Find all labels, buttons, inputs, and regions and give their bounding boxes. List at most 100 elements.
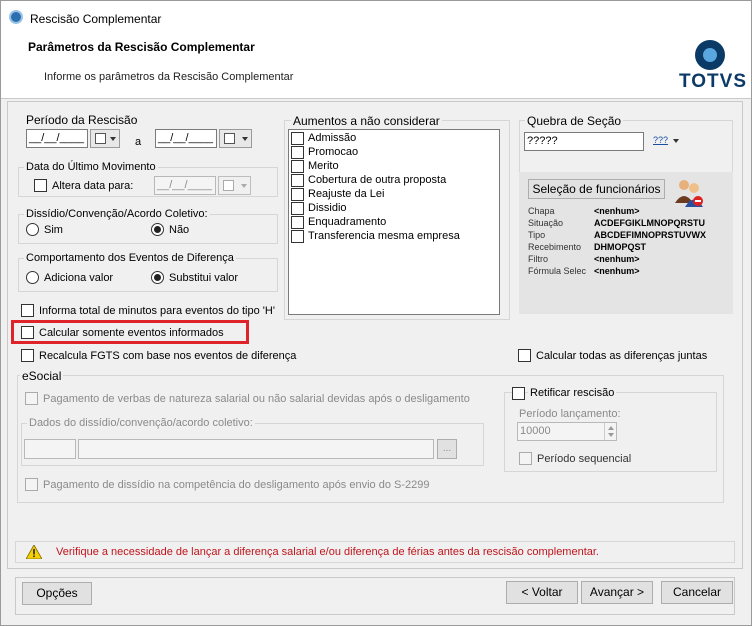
selecao-value: ACDEFGIKLMNOPQRSTU: [594, 218, 705, 228]
app-icon: [9, 10, 23, 24]
aumento-item-label: Cobertura de outra proposta: [308, 174, 447, 186]
aumentos-legend: Aumentos a não considerar: [291, 114, 442, 128]
calcular-somente-label: Calcular somente eventos informados: [39, 327, 224, 339]
aumento-item-label: Enquadramento: [308, 216, 387, 228]
substitui-valor-radio[interactable]: [151, 271, 164, 284]
aumentos-listbox[interactable]: Admissão Promocao Merito Cobertura de ou…: [288, 129, 500, 315]
chevron-down-icon: [241, 184, 247, 188]
spin-up-icon: [608, 426, 614, 430]
recalcula-fgts-checkbox[interactable]: [21, 349, 34, 362]
dados-dissidio-legend: Dados do dissídio/convenção/acordo colet…: [27, 417, 255, 429]
dissidio-sim-radio[interactable]: [26, 223, 39, 236]
ultimo-movimento-date-input[interactable]: __/__/____: [154, 176, 216, 195]
retificar-label: Retificar rescisão: [528, 387, 617, 399]
selecao-value: <nenhum>: [594, 266, 640, 276]
quebra-input[interactable]: ?????: [524, 132, 644, 151]
dissidio-nao-radio[interactable]: [151, 223, 164, 236]
warning-text: Verifique a necessidade de lançar a dife…: [56, 546, 599, 558]
periodo-lancamento-label: Período lançamento:: [519, 408, 621, 420]
aumento-item-label: Admissão: [308, 132, 357, 144]
wizard-header: Parâmetros da Rescisão Complementar Info…: [1, 33, 751, 99]
aumento-checkbox[interactable]: [291, 174, 304, 187]
aumento-checkbox[interactable]: [291, 216, 304, 229]
aumento-item-label: Merito: [308, 160, 339, 172]
dados-dissidio-code-input[interactable]: [24, 439, 76, 459]
aumento-item-label: Promocao: [308, 146, 359, 158]
aumento-item-label: Reajuste da Lei: [308, 188, 385, 200]
pagamento-verbas-label: Pagamento de verbas de natureza salarial…: [43, 393, 470, 405]
periodo-start-input[interactable]: __/__/____: [26, 129, 88, 148]
selecao-value: ABCDEFIMNOPRSTUVWX: [594, 230, 706, 240]
periodo-sequencial-label: Período sequencial: [537, 453, 632, 465]
aumento-item-label: Transferencia mesma empresa: [308, 230, 460, 242]
calcular-somente-checkbox[interactable]: [21, 326, 34, 339]
opcoes-button[interactable]: Opções: [22, 582, 92, 605]
selecao-key: Filtro: [528, 254, 548, 264]
periodo-separator: a: [135, 136, 142, 148]
dissidio-sim-label: Sim: [44, 224, 63, 236]
dissidio-nao-label: Não: [169, 224, 190, 236]
selecao-value: <nenhum>: [594, 206, 640, 216]
title-bar: Rescisão Complementar: [1, 1, 751, 33]
dialog-window: Rescisão Complementar Parâmetros da Resc…: [0, 0, 752, 626]
periodo-lancamento-input[interactable]: 10000: [517, 422, 617, 441]
aumento-checkbox[interactable]: [291, 146, 304, 159]
ultimo-movimento-calendar-button[interactable]: [218, 176, 251, 195]
next-button[interactable]: Avançar >: [581, 581, 653, 604]
substitui-valor-label: Substitui valor: [169, 272, 239, 284]
calcular-todas-checkbox[interactable]: [518, 349, 531, 362]
periodo-lancamento-spinner[interactable]: [604, 423, 616, 440]
quebra-picker-icon: ???: [653, 135, 669, 145]
aumento-item-label: Dissidio: [308, 202, 347, 214]
quebra-picker-button[interactable]: ???: [653, 135, 679, 149]
periodo-end-input[interactable]: __/__/____: [155, 129, 217, 148]
comportamento-legend: Comportamento dos Eventos de Diferença: [24, 252, 236, 264]
totvs-logo-text: TOTVS: [679, 71, 747, 92]
adiciona-valor-radio[interactable]: [26, 271, 39, 284]
page-subtitle: Informe os parâmetros da Rescisão Comple…: [44, 71, 294, 83]
back-button[interactable]: < Voltar: [506, 581, 578, 604]
chevron-down-icon: [673, 139, 679, 143]
aumento-checkbox[interactable]: [291, 188, 304, 201]
pagamento-verbas-checkbox[interactable]: [25, 392, 38, 405]
cancel-button[interactable]: Cancelar: [661, 581, 733, 604]
periodo-legend: Período da Rescisão: [26, 113, 138, 127]
spin-down-icon: [608, 433, 614, 437]
esocial-legend: eSocial: [20, 369, 64, 383]
aumento-checkbox[interactable]: [291, 132, 304, 145]
ultimo-movimento-legend: Data do Último Movimento: [24, 161, 158, 173]
pagamento-dissidio-label: Pagamento de dissídio na competência do …: [43, 479, 430, 491]
retificar-checkbox[interactable]: [512, 387, 525, 400]
dissidio-legend: Dissídio/Convenção/Acordo Coletivo:: [24, 208, 210, 220]
periodo-end-calendar-button[interactable]: [219, 129, 252, 148]
adiciona-valor-label: Adiciona valor: [44, 272, 114, 284]
chevron-down-icon: [242, 137, 248, 141]
calendar-icon: [224, 133, 235, 144]
aumento-checkbox[interactable]: [291, 230, 304, 243]
chevron-down-icon: [110, 137, 116, 141]
aumento-checkbox[interactable]: [291, 160, 304, 173]
users-icon: [672, 177, 706, 209]
selecao-key: Fórmula Selec: [528, 266, 587, 276]
calendar-icon: [95, 133, 106, 144]
warning-icon: [25, 544, 43, 560]
totvs-logo-icon: [695, 40, 725, 70]
recalcula-fgts-label: Recalcula FGTS com base nos eventos de d…: [39, 350, 297, 362]
periodo-start-calendar-button[interactable]: [90, 129, 120, 148]
calendar-icon: [223, 180, 234, 191]
calcular-todas-label: Calcular todas as diferenças juntas: [536, 350, 708, 362]
selecao-key: Recebimento: [528, 242, 582, 252]
warning-bar: Verifique a necessidade de lançar a dife…: [15, 541, 735, 563]
dados-dissidio-lookup-button[interactable]: ...: [437, 439, 457, 459]
dados-dissidio-description-input[interactable]: [78, 439, 434, 459]
informa-total-label: Informa total de minutos para eventos do…: [39, 305, 275, 317]
periodo-sequencial-checkbox[interactable]: [519, 452, 532, 465]
page-title: Parâmetros da Rescisão Complementar: [28, 40, 255, 54]
altera-data-checkbox[interactable]: [34, 179, 47, 192]
selecao-funcionarios-button[interactable]: Seleção de funcionários: [528, 179, 665, 199]
aumento-checkbox[interactable]: [291, 202, 304, 215]
pagamento-dissidio-checkbox[interactable]: [25, 478, 38, 491]
informa-total-checkbox[interactable]: [21, 304, 34, 317]
selecao-key: Tipo: [528, 230, 546, 240]
wizard-footer: Opções < Voltar Avançar > Cancelar: [1, 571, 751, 625]
